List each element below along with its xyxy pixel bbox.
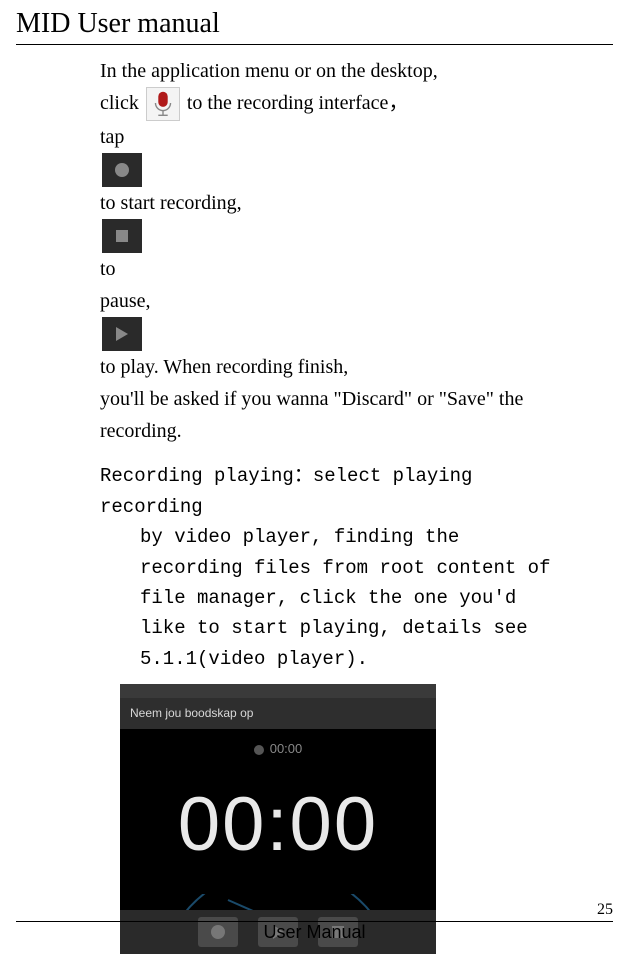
main-timer: 00:00 [120, 764, 436, 886]
microphone-icon [146, 87, 180, 121]
play-button-icon [102, 317, 142, 351]
small-timer: 00:00 [270, 739, 303, 760]
stop-button-icon [102, 219, 142, 253]
text-tap: tap [100, 126, 124, 148]
page-footer: 25 User Manual [16, 899, 613, 943]
text-click: click [100, 92, 144, 114]
instruction-paragraph: In the application menu or on the deskto… [100, 55, 573, 447]
recording-playing-section: Recording playing：select playing recordi… [100, 461, 573, 674]
page-title: MID User manual [16, 8, 613, 40]
text-play: to play. When recording finish, [100, 356, 348, 378]
text-interface: to the recording interface， [187, 92, 409, 114]
text-start: to start recording, [100, 192, 242, 214]
record-dot-icon [254, 745, 264, 755]
section2-lead: Recording playing：select playing recordi… [100, 465, 472, 517]
footer-label: User Manual [16, 922, 613, 943]
title-divider [16, 44, 613, 45]
page-number: 25 [16, 901, 613, 919]
status-bar [120, 684, 436, 698]
text-discard-save: you'll be asked if you wanna "Discard" o… [100, 388, 523, 442]
text-pause: pause, [100, 290, 151, 312]
recording-indicator: 00:00 [120, 739, 436, 760]
app-header: Neem jou boodskap op [120, 698, 436, 729]
text-to: to [100, 258, 116, 280]
record-button-icon [102, 153, 142, 187]
section2-body: by video player, finding the recording f… [100, 522, 573, 674]
text-line-1: In the application menu or on the deskto… [100, 60, 438, 82]
